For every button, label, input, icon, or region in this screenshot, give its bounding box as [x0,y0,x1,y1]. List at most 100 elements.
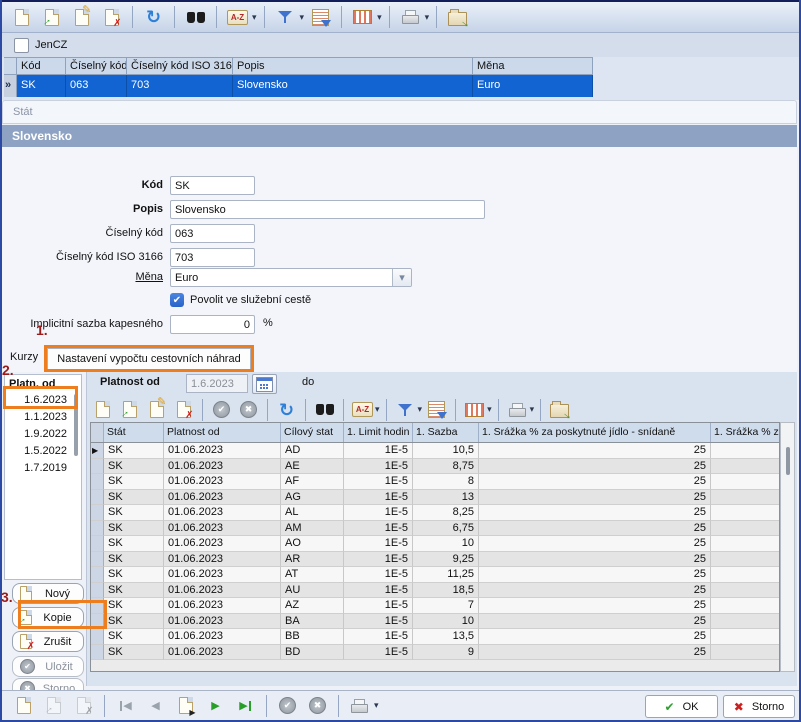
tab-kurzy[interactable]: Kurzy [10,351,38,363]
table-row[interactable]: SK 01.06.2023 BD 1E-5 9 25 [91,645,779,661]
table-row[interactable]: ▶ SK 01.06.2023 AD 1E-5 10,5 25 [91,443,779,459]
table-row[interactable]: SK 01.06.2023 AG 1E-5 13 25 [91,490,779,506]
novy-button[interactable]: Nový [12,583,84,604]
export-button[interactable]: → [444,5,471,29]
table-row[interactable]: SK 01.06.2023 BB 1E-5 13,5 25 [91,629,779,645]
column-header[interactable]: 1. Srážka % za poskytnuté jídlo - snídan… [479,423,711,442]
print-dropdown-arrow[interactable]: ▾ [530,404,535,415]
delete-button[interactable]: ✗ [171,398,196,422]
filter-dropdown-arrow[interactable]: ▾ [300,12,305,23]
column-header[interactable]: Platnost od [164,423,281,442]
next-record-button[interactable]: ▶ [202,694,229,718]
tab-nastaveni-nahrad[interactable]: Nastavení vypočtu cestovních náhrad [47,348,251,370]
iso-field[interactable]: 703 [170,248,255,267]
column-header[interactable]: Popis [233,57,473,75]
kopie-button[interactable]: → Kopie [12,607,84,628]
table-row[interactable]: SK 01.06.2023 AO 1E-5 10 25 [91,536,779,552]
zrusit-button[interactable]: ✗ Zrušit [12,631,84,652]
sort-dropdown-arrow[interactable]: ▾ [252,12,257,23]
column-header[interactable]: 1. Sazba [413,423,479,442]
mena-label-link[interactable]: Měna [0,268,163,287]
delete-document-icon: ✗ [20,634,32,649]
table-row[interactable]: SK 01.06.2023 BA 1E-5 10 25 [91,614,779,630]
sazba-kapesneho-field[interactable]: 0 [170,315,255,334]
table-row[interactable]: » SK 063 703 Slovensko Euro [4,75,593,97]
search-button[interactable] [312,398,337,422]
column-header[interactable]: Cílový stat [281,423,344,442]
columns-button[interactable] [462,398,487,422]
ciselny-kod-field[interactable]: 063 [170,224,255,243]
dates-scrollbar-thumb[interactable] [74,394,78,456]
platnost-od-field[interactable]: 1.6.2023 [186,374,248,393]
jencz-checkbox[interactable] [14,38,29,53]
print-button[interactable] [505,398,530,422]
column-header[interactable]: 1. Srážka % za pos [711,423,779,442]
refresh-icon: ↻ [279,401,294,419]
edit-button[interactable]: ✎ [144,398,169,422]
calendar-button[interactable] [252,374,277,394]
date-list-item[interactable]: 1.1.2023 [5,409,81,426]
column-header[interactable]: Kód [17,57,66,75]
copy-button[interactable]: → [38,5,65,29]
columns-dropdown-arrow[interactable]: ▾ [487,404,492,415]
ok-button[interactable]: ✔ OK [645,695,718,718]
column-header[interactable]: Stát [104,423,164,442]
date-list-item[interactable]: 1.5.2022 [5,443,81,460]
popis-field[interactable]: Slovensko [170,200,485,219]
sort-dropdown-arrow[interactable]: ▾ [375,404,380,415]
countries-grid-header: Kód Číselný kód Číselný kód ISO 3166 Pop… [4,57,593,75]
record-list-button[interactable]: ▶ [172,694,199,718]
table-row[interactable]: SK 01.06.2023 AL 1E-5 8,25 25 [91,505,779,521]
ciselny-kod-label: Číselný kód [0,224,163,243]
table-row[interactable]: SK 01.06.2023 AT 1E-5 11,25 25 [91,567,779,583]
date-list-item[interactable]: 1.6.2023 [5,392,81,409]
povolit-checkbox[interactable]: ✔ [170,293,184,307]
new-button[interactable] [10,694,37,718]
scrollbar-thumb[interactable] [786,447,790,475]
last-record-button[interactable]: ▶ [232,694,259,718]
filter-button[interactable] [272,5,299,29]
new-button[interactable] [90,398,115,422]
table-row[interactable]: SK 01.06.2023 AM 1E-5 6,75 25 [91,521,779,537]
table-row[interactable]: SK 01.06.2023 AU 1E-5 18,5 25 [91,583,779,599]
refresh-button[interactable]: ↻ [274,398,299,422]
mena-combobox[interactable]: Euro ▾ [170,268,412,287]
new-button[interactable] [8,5,35,29]
column-header[interactable]: Měna [473,57,593,75]
delete-button[interactable]: ✗ [98,5,125,29]
columns-dropdown-arrow[interactable]: ▾ [377,12,382,23]
toolbar-separator [343,399,344,421]
refresh-button[interactable]: ↻ [140,5,167,29]
sort-button[interactable]: A-Z [224,5,251,29]
print-button[interactable] [397,5,424,29]
column-header[interactable]: 1. Limit hodin [344,423,413,442]
column-header[interactable]: Číselný kód [66,57,127,75]
table-row[interactable]: SK 01.06.2023 AE 1E-5 8,75 25 [91,459,779,475]
edit-button[interactable]: ✎ [68,5,95,29]
filter-button[interactable] [393,398,418,422]
column-header[interactable]: Číselný kód ISO 3166 [127,57,233,75]
last-record-icon: ▶ [239,699,247,712]
kod-field[interactable]: SK [170,176,255,195]
filter-grid-button[interactable] [307,5,334,29]
table-row[interactable]: SK 01.06.2023 AR 1E-5 9,25 25 [91,552,779,568]
copy-button[interactable]: → [117,398,142,422]
filter-dropdown-arrow[interactable]: ▾ [418,404,423,415]
columns-button[interactable] [349,5,376,29]
export-button[interactable]: → [547,398,572,422]
date-list-item[interactable]: 1.7.2019 [5,460,81,477]
storno-button[interactable]: ✖ Storno [723,695,795,718]
print-dropdown-arrow[interactable]: ▾ [425,12,430,23]
date-list-item[interactable]: 1.9.2022 [5,426,81,443]
table-row[interactable]: SK 01.06.2023 AZ 1E-5 7 25 [91,598,779,614]
table-row[interactable]: SK 01.06.2023 AF 1E-5 8 25 [91,474,779,490]
combo-dropdown-button[interactable]: ▾ [392,269,411,286]
sort-button[interactable]: A-Z [350,398,375,422]
povolit-label: Povolit ve služební cestě [190,294,311,306]
print-dropdown-arrow[interactable]: ▾ [374,700,379,711]
print-button[interactable] [346,694,373,718]
detail-grid-scrollbar[interactable] [780,422,795,672]
new-document-icon [15,9,29,26]
search-button[interactable] [182,5,209,29]
filter-grid-button[interactable] [424,398,449,422]
